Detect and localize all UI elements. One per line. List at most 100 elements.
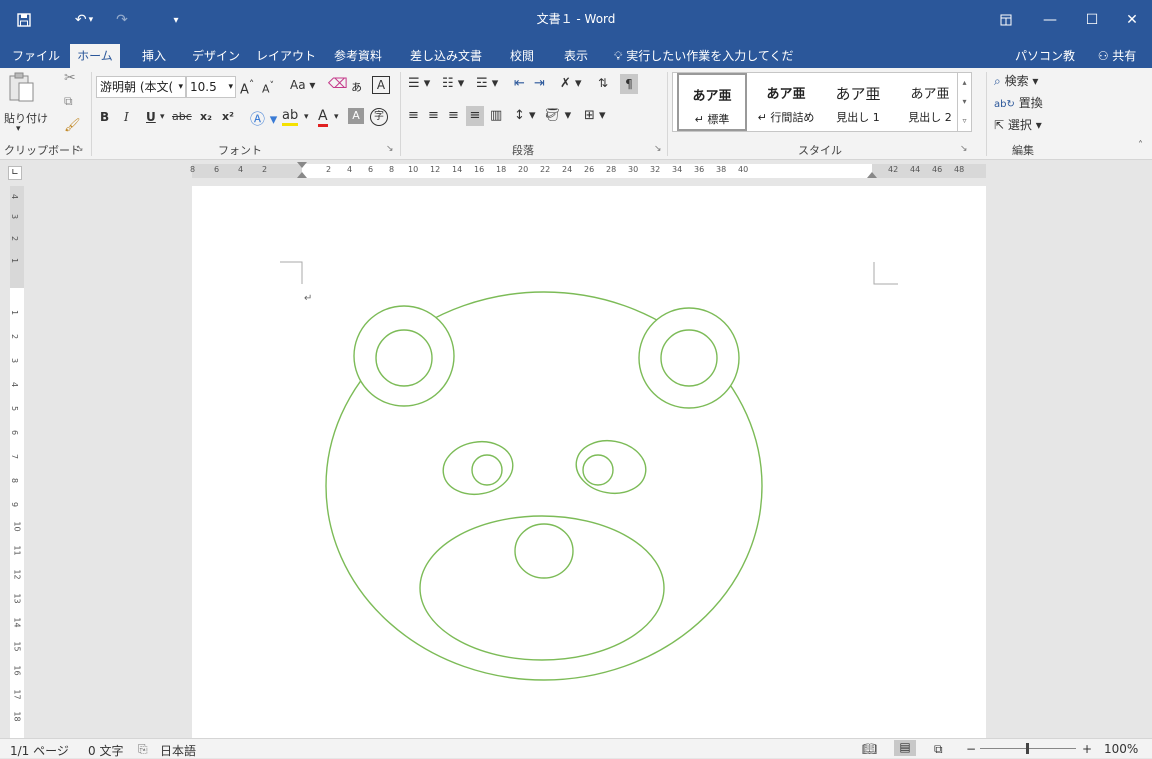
bold-button[interactable]: B <box>100 110 109 124</box>
align-left-icon[interactable]: ≡ <box>408 108 419 123</box>
tab-review[interactable]: 校閲 <box>502 44 542 68</box>
tab-mailings[interactable]: 差し込み文書 <box>404 44 488 68</box>
bear-right-pupil-shape[interactable] <box>582 454 614 486</box>
distributed-icon[interactable]: ▥ <box>490 108 502 123</box>
tab-selector-icon[interactable]: ∟ <box>8 166 22 180</box>
bear-left-pupil-shape[interactable] <box>471 454 503 486</box>
underline-dropdown-icon[interactable]: ▾ <box>160 112 165 122</box>
right-indent-marker[interactable] <box>867 172 877 178</box>
web-layout-icon[interactable]: ⧉ <box>934 742 943 757</box>
character-shading-icon[interactable]: A <box>348 108 364 124</box>
grow-font-icon[interactable]: A˄ <box>240 78 254 97</box>
asian-layout-icon[interactable]: ✗ ▾ <box>560 76 582 91</box>
replace-button[interactable]: ab↻ 置換 <box>994 94 1043 111</box>
vertical-ruler[interactable]: 4 3 2 1 1 2 3 4 5 6 7 8 9 10 11 12 13 14… <box>10 186 24 740</box>
copy-icon[interactable]: ⧉ <box>64 94 73 109</box>
tab-insert[interactable]: 挿入 <box>134 44 174 68</box>
align-center-icon[interactable]: ≡ <box>428 108 439 123</box>
collapse-ribbon-icon[interactable]: ˄ <box>1138 140 1143 151</box>
word-count[interactable]: 0 文字 <box>88 742 123 759</box>
bear-muzzle-shape[interactable] <box>419 515 665 661</box>
minimize-icon[interactable]: — <box>1028 0 1072 40</box>
tab-layout[interactable]: レイアウト <box>256 44 316 68</box>
tab-file[interactable]: ファイル <box>8 44 64 68</box>
shading-icon[interactable]: 🪣︎ ▾ <box>544 108 571 123</box>
increase-indent-icon[interactable]: ⇥ <box>534 76 545 91</box>
styles-gallery[interactable]: あア亜 ↵ 標準 あア亜 ↵ 行間詰め あア亜 見出し 1 あア亜 見出し 2 … <box>672 72 972 132</box>
shrink-font-icon[interactable]: A˅ <box>262 80 274 96</box>
paste-label[interactable]: 貼り付け <box>4 110 48 126</box>
style-name: 見出し 1 <box>836 111 880 124</box>
proofing-icon[interactable]: ⎘ <box>138 742 148 757</box>
highlight-icon[interactable]: ab <box>282 108 299 126</box>
enclose-characters-icon[interactable]: 字 <box>370 108 388 126</box>
horizontal-ruler[interactable]: 8 6 4 2 2 4 6 8 10 12 14 16 18 20 22 24 … <box>190 162 986 178</box>
select-button[interactable]: ⇱ 選択 ▾ <box>994 116 1042 133</box>
style-normal[interactable]: あア亜 ↵ 標準 <box>677 73 747 131</box>
align-right-icon[interactable]: ≡ <box>448 108 459 123</box>
share-button[interactable]: ⚇ 共有 <box>1088 44 1146 68</box>
language-indicator[interactable]: 日本語 <box>160 742 196 759</box>
change-case-button[interactable]: Aa ▾ <box>290 78 315 92</box>
account-name[interactable]: パソコン教室 <box>1010 44 1080 87</box>
print-layout-icon[interactable]: ▤ <box>894 740 916 756</box>
underline-button[interactable]: U <box>146 110 156 124</box>
phonetic-guide-icon[interactable]: ぁ <box>350 76 363 95</box>
show-marks-icon[interactable]: ¶ <box>620 74 638 94</box>
first-line-indent-marker[interactable] <box>297 162 307 168</box>
tab-view[interactable]: 表示 <box>556 44 596 68</box>
clear-formatting-icon[interactable]: ⌫ <box>328 76 348 92</box>
style-heading-1[interactable]: あア亜 見出し 1 <box>823 73 893 131</box>
font-color-dropdown-icon[interactable]: ▾ <box>334 112 339 122</box>
subscript-button[interactable]: x₂ <box>200 110 212 123</box>
multilevel-list-icon[interactable]: ☲ ▾ <box>476 76 498 91</box>
text-effects-icon[interactable]: Ⓐ ▾ <box>250 108 277 129</box>
font-color-icon[interactable]: A <box>318 108 328 127</box>
zoom-slider-thumb[interactable] <box>1026 743 1029 754</box>
document-page[interactable]: ↵ <box>192 186 986 746</box>
cut-icon[interactable]: ✂ <box>64 70 76 86</box>
font-name-box[interactable]: 游明朝 (本文( ▾ <box>96 76 186 98</box>
styles-scroll[interactable]: ▴ ▾ ▿ <box>957 73 971 131</box>
tab-references[interactable]: 参考資料 <box>328 44 388 68</box>
italic-button[interactable]: I <box>124 110 129 124</box>
page-count[interactable]: 1/1 ページ <box>10 742 69 759</box>
tab-design[interactable]: デザイン <box>188 44 244 68</box>
paste-icon[interactable] <box>6 70 40 110</box>
zoom-in-button[interactable]: + <box>1082 742 1092 756</box>
find-button[interactable]: ⌕ 検索 ▾ <box>994 72 1038 89</box>
sort-icon[interactable]: ⇅ <box>598 76 608 90</box>
tab-home[interactable]: ホーム <box>70 44 120 68</box>
style-no-spacing[interactable]: あア亜 ↵ 行間詰め <box>751 73 821 131</box>
bear-nose-shape[interactable] <box>514 523 574 579</box>
tell-me-box[interactable]: 💡︎ 実行したい作業を入力してください <box>614 44 804 87</box>
close-icon[interactable]: ✕ <box>1112 0 1152 40</box>
hanging-indent-marker[interactable] <box>297 172 307 178</box>
font-launcher-icon[interactable]: ↘ <box>386 144 394 154</box>
zoom-level[interactable]: 100% <box>1104 742 1138 756</box>
zoom-out-button[interactable]: − <box>966 742 976 756</box>
strikethrough-button[interactable]: abc <box>172 110 192 123</box>
superscript-button[interactable]: x² <box>222 110 234 123</box>
paste-dropdown-icon[interactable]: ▾ <box>16 124 21 134</box>
format-painter-icon[interactable]: 🖌︎ <box>64 118 81 133</box>
clipboard-launcher-icon[interactable]: ↘ <box>76 144 84 154</box>
line-spacing-icon[interactable]: ↕ ▾ <box>514 108 536 123</box>
read-mode-icon[interactable]: 📖︎ <box>862 742 877 756</box>
bullets-icon[interactable]: ☰ ▾ <box>408 76 430 91</box>
character-border-icon[interactable]: A <box>372 76 390 94</box>
borders-icon[interactable]: ⊞ ▾ <box>584 108 606 123</box>
maximize-icon[interactable]: ☐ <box>1072 0 1112 40</box>
ribbon-display-icon[interactable] <box>984 0 1028 40</box>
numbering-icon[interactable]: ☷ ▾ <box>442 76 464 91</box>
style-heading-2[interactable]: あア亜 見出し 2 <box>895 73 965 131</box>
decrease-indent-icon[interactable]: ⇤ <box>514 76 525 91</box>
styles-launcher-icon[interactable]: ↘ <box>960 144 968 154</box>
bear-right-ear-shape[interactable] <box>638 307 740 409</box>
paragraph-launcher-icon[interactable]: ↘ <box>654 144 662 154</box>
font-size-box[interactable]: 10.5 ▾ <box>186 76 236 98</box>
bear-left-ear-shape[interactable] <box>353 305 455 407</box>
justify-icon[interactable]: ≡ <box>466 106 484 126</box>
bear-left-eye-shape[interactable] <box>439 436 517 499</box>
highlight-dropdown-icon[interactable]: ▾ <box>304 112 309 122</box>
